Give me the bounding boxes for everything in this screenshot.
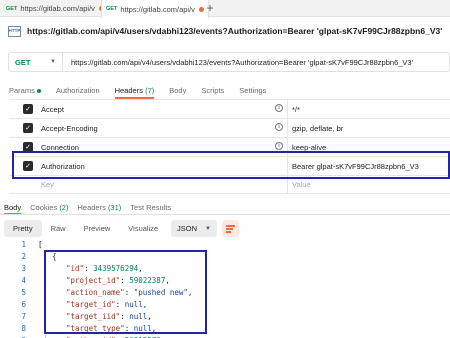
response-tab-test-results[interactable]: Test Results	[130, 203, 171, 212]
params-active-dot-icon	[36, 88, 41, 93]
raw-button[interactable]: Raw	[42, 220, 75, 237]
header-key[interactable]: Accept-Encoding	[41, 124, 98, 133]
line-number: 4	[21, 276, 26, 285]
column-divider	[287, 119, 288, 137]
response-tab-cookies[interactable]: Cookies (2)	[30, 203, 68, 212]
header-key-placeholder[interactable]: Key	[41, 180, 54, 189]
authorization-highlight-box	[12, 151, 450, 179]
header-value-placeholder[interactable]: Value	[292, 180, 311, 189]
request-tab-2[interactable]: GET https://gitlab.com/api/v	[101, 0, 209, 18]
response-tab-body[interactable]: Body	[4, 203, 22, 215]
chevron-down-icon: ▼	[205, 225, 211, 232]
header-row: ✓ Accept-Encoding i gzip, deflate, br	[9, 118, 450, 137]
response-format-bar: Pretty Raw Preview Visualize	[4, 220, 167, 237]
request-title-row: HTTP https://gitlab.com/api/v4/users/vda…	[8, 23, 448, 39]
response-highlight-box	[44, 250, 207, 334]
tab-headers[interactable]: Headers (7)	[114, 85, 155, 99]
wrap-lines-button[interactable]	[222, 220, 239, 237]
cookies-count: (2)	[59, 202, 69, 212]
request-tabs: Params Authorization Headers (7) Body Sc…	[9, 82, 281, 99]
tab-headers-label: Headers	[114, 85, 143, 95]
response-headers-count: (31)	[107, 202, 122, 212]
chevron-down-icon: ▼	[50, 59, 56, 65]
header-key[interactable]: Accept	[41, 105, 64, 114]
format-select-label: JSON	[177, 224, 198, 233]
header-value[interactable]: */*	[292, 105, 300, 114]
tab-label: https://gitlab.com/api/v	[20, 4, 95, 13]
header-row: ✓ Accept i */*	[9, 99, 450, 118]
info-icon[interactable]: i	[275, 123, 283, 131]
line-number: 1	[21, 240, 26, 249]
header-enabled-checkbox[interactable]: ✓	[23, 104, 33, 114]
visualize-button[interactable]: Visualize	[119, 220, 167, 237]
tab-method-label: GET	[106, 6, 118, 12]
tab-settings[interactable]: Settings	[239, 86, 266, 95]
info-icon[interactable]: i	[275, 104, 283, 112]
pretty-button[interactable]: Pretty	[4, 220, 42, 237]
tab-authorization[interactable]: Authorization	[56, 86, 100, 95]
tab-scripts[interactable]: Scripts	[201, 86, 224, 95]
http-request-icon: HTTP	[8, 25, 21, 37]
response-tab-cookies-label: Cookies	[30, 202, 58, 212]
header-enabled-checkbox[interactable]: ✓	[23, 123, 33, 133]
header-value[interactable]: gzip, deflate, br	[292, 124, 343, 133]
headers-count: (7)	[145, 85, 155, 95]
request-tab-1[interactable]: GET https://gitlab.com/api/v	[2, 0, 108, 17]
response-tabs: Body Cookies (2) Headers (31) Test Resul…	[4, 200, 180, 215]
line-number: 2	[21, 252, 26, 261]
info-icon[interactable]: i	[275, 142, 283, 150]
request-title[interactable]: https://gitlab.com/api/v4/users/vdabhi12…	[27, 26, 442, 36]
url-bar: GET ▼ https://gitlab.com/api/v4/users/vd…	[8, 52, 450, 72]
code-line: [	[38, 240, 43, 249]
method-select[interactable]: GET ▼	[9, 53, 63, 71]
response-tab-headers[interactable]: Headers (31)	[77, 203, 121, 212]
line-number: 7	[21, 312, 26, 321]
tab-params-label: Params	[9, 85, 35, 95]
line-number: 6	[21, 300, 26, 309]
tab-method-label: GET	[6, 5, 18, 12]
new-tab-button[interactable]: +	[203, 1, 217, 15]
method-label: GET	[15, 57, 31, 67]
format-select[interactable]: JSON ▼	[171, 220, 217, 237]
tab-label: https://gitlab.com/api/v	[120, 4, 195, 14]
response-tab-headers-label: Headers	[77, 202, 106, 212]
line-number: 8	[21, 324, 26, 333]
tab-params[interactable]: Params	[9, 86, 41, 95]
tab-bar: GET https://gitlab.com/api/v GET https:/…	[0, 0, 450, 18]
column-divider	[287, 100, 288, 118]
url-input[interactable]: https://gitlab.com/api/v4/users/vdabhi12…	[63, 58, 413, 67]
line-number: 5	[21, 288, 26, 297]
tab-body[interactable]: Body	[169, 86, 186, 95]
response-divider	[0, 214, 450, 215]
preview-button[interactable]: Preview	[75, 220, 120, 237]
line-number: 3	[21, 264, 26, 273]
